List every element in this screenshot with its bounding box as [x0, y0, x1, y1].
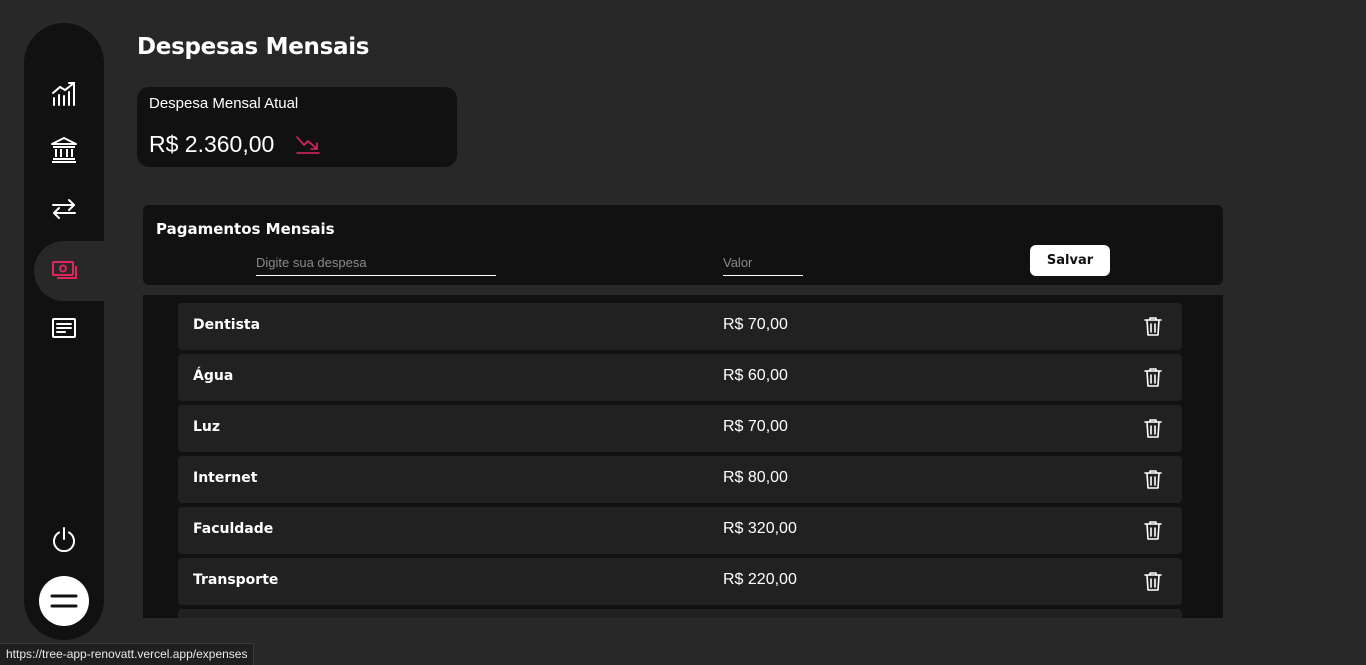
list-item: Luz R$ 70,00: [178, 405, 1182, 452]
expense-list[interactable]: Dentista R$ 70,00 Água R$ 60,00 Luz R$ 70,00 I…: [143, 295, 1223, 618]
delete-button[interactable]: [1144, 418, 1162, 438]
list-item: [178, 609, 1182, 618]
expense-name: Faculdade: [193, 521, 274, 537]
monthly-expense-value: R$ 2.360,00: [149, 131, 275, 157]
list-item: Internet R$ 80,00: [178, 456, 1182, 503]
sidebar-item-expenses[interactable]: [34, 241, 104, 301]
status-bar-url: https://tree-app-renovatt.vercel.app/exp…: [0, 643, 255, 665]
expense-name: Internet: [193, 470, 258, 486]
expense-name: Água: [193, 368, 234, 384]
payment-form: Pagamentos Mensais Salvar: [143, 205, 1223, 285]
trash-icon: [1144, 521, 1162, 544]
sidebar: [24, 23, 104, 640]
delete-button[interactable]: [1144, 316, 1162, 336]
expense-value: R$ 320,00: [723, 520, 797, 537]
sidebar-item-bank[interactable]: [24, 120, 104, 180]
list-item: Faculdade R$ 320,00: [178, 507, 1182, 554]
bank-icon: [51, 137, 77, 163]
delete-button[interactable]: [1144, 571, 1162, 591]
trash-icon: [1144, 572, 1162, 595]
trash-icon: [1144, 317, 1162, 340]
page-title: Despesas Mensais: [137, 34, 370, 60]
value-input[interactable]: [723, 249, 803, 276]
expense-value: R$ 80,00: [723, 469, 788, 486]
trash-icon: [1144, 368, 1162, 391]
list-item: Dentista R$ 70,00: [178, 303, 1182, 350]
trending-down-icon: [296, 136, 320, 154]
trash-icon: [1144, 470, 1162, 493]
list-item: Transporte R$ 220,00: [178, 558, 1182, 605]
sidebar-item-notes[interactable]: [24, 298, 104, 358]
expense-value: R$ 70,00: [723, 316, 788, 333]
chart-icon: [52, 82, 75, 106]
expense-input[interactable]: [256, 249, 496, 276]
notes-icon: [52, 318, 76, 338]
monthly-expense-card: Despesa Mensal Atual R$ 2.360,00: [137, 87, 457, 167]
power-icon: [53, 527, 75, 552]
transfer-icon: [52, 199, 76, 219]
expense-value: R$ 70,00: [723, 418, 788, 435]
save-button[interactable]: Salvar: [1030, 245, 1110, 276]
expense-name: Luz: [193, 419, 221, 435]
money-icon: [52, 261, 77, 279]
expense-name: Transporte: [193, 572, 279, 588]
list-item: Água R$ 60,00: [178, 354, 1182, 401]
sidebar-item-transfers[interactable]: [24, 179, 104, 239]
expense-name: Dentista: [193, 317, 261, 333]
menu-button[interactable]: [39, 576, 89, 626]
monthly-expense-label: Despesa Mensal Atual: [149, 95, 299, 112]
trash-icon: [1144, 419, 1162, 442]
sidebar-item-dashboard[interactable]: [24, 64, 104, 124]
delete-button[interactable]: [1144, 367, 1162, 387]
expense-value: R$ 220,00: [723, 571, 797, 588]
form-title: Pagamentos Mensais: [156, 220, 335, 238]
delete-button[interactable]: [1144, 469, 1162, 489]
logout-button[interactable]: [24, 509, 104, 569]
expense-value: R$ 60,00: [723, 367, 788, 384]
delete-button[interactable]: [1144, 520, 1162, 540]
menu-icon: [50, 594, 78, 608]
